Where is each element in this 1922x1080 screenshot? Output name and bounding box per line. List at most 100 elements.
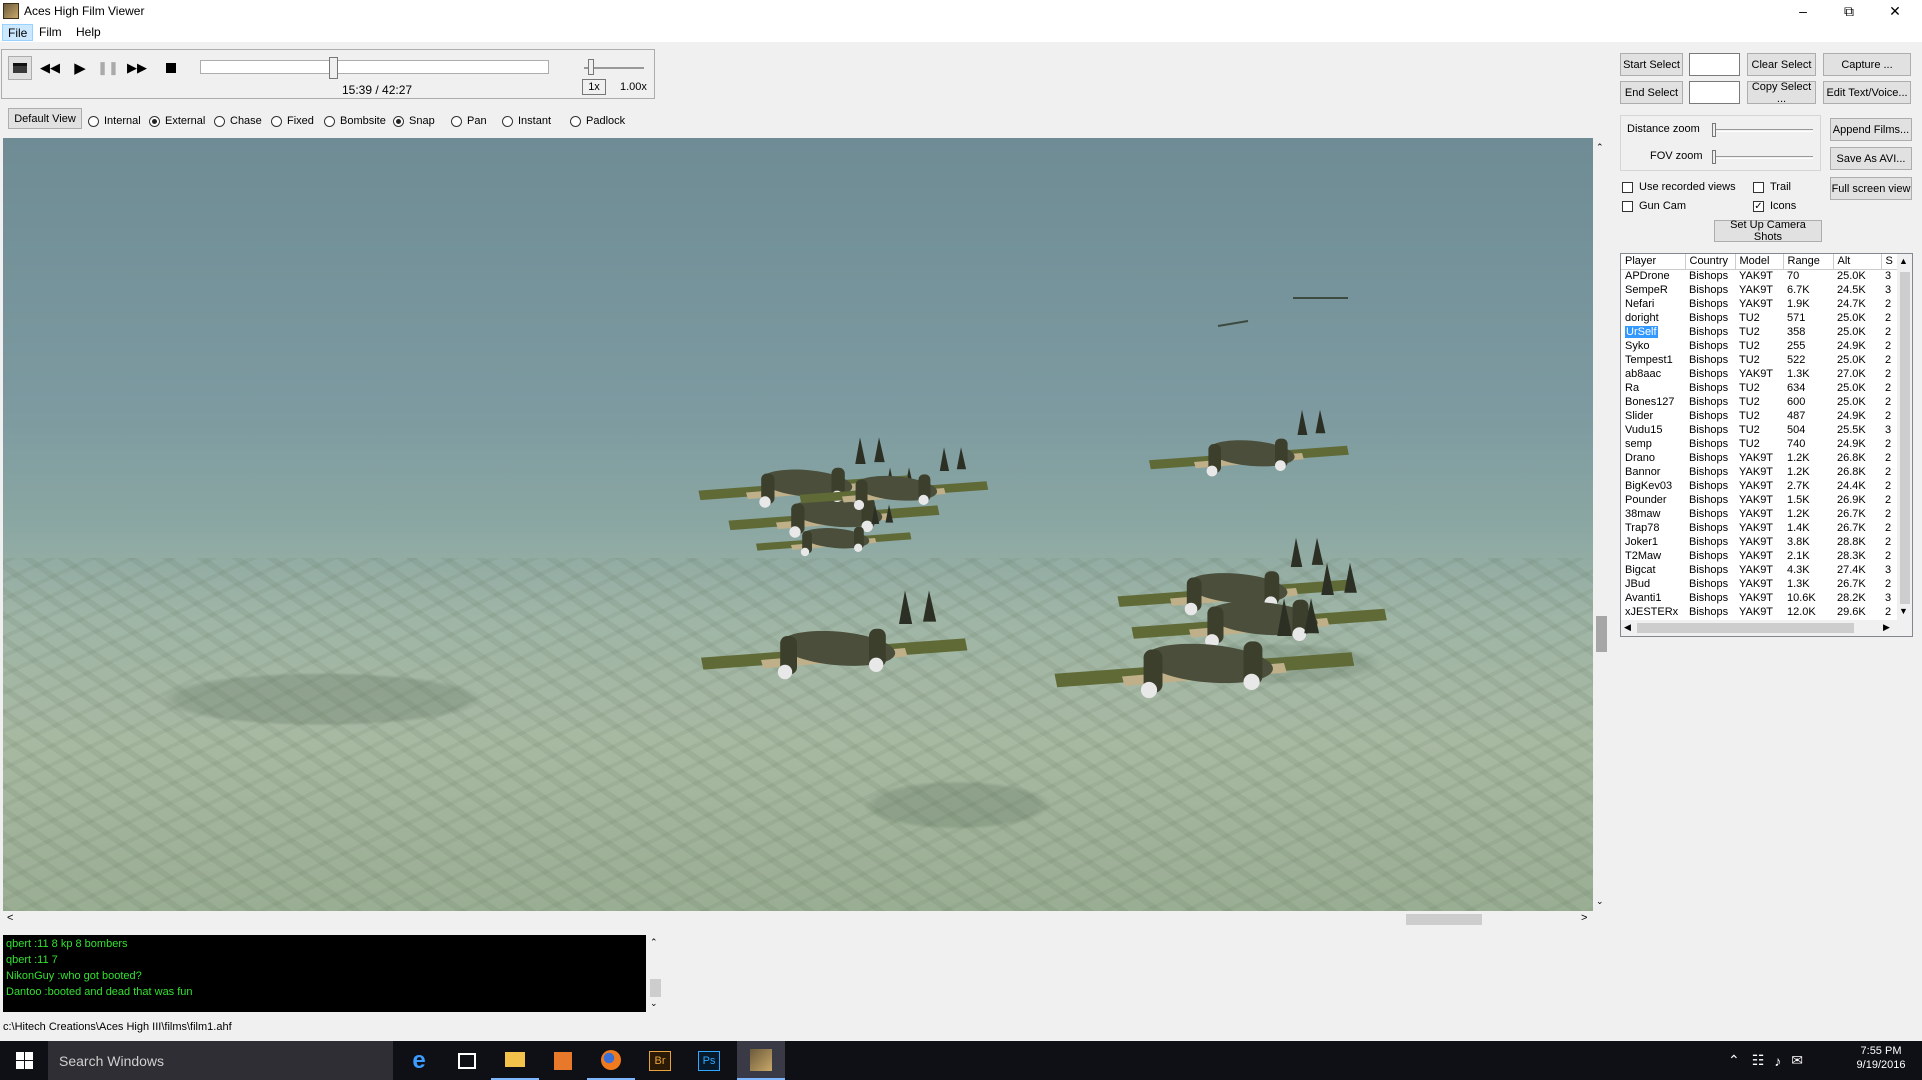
radio-dot[interactable] bbox=[149, 115, 160, 127]
fast-forward-button[interactable]: ▶▶ bbox=[125, 56, 149, 80]
menu-file[interactable]: File bbox=[2, 24, 34, 41]
radio-dot[interactable] bbox=[393, 115, 404, 127]
menu-film[interactable]: Film bbox=[34, 24, 67, 41]
start-select-button[interactable]: Start Select bbox=[1620, 53, 1683, 76]
scroll-left-icon[interactable]: < bbox=[7, 912, 13, 924]
taskbar-photoshop[interactable]: Ps bbox=[685, 1041, 733, 1080]
pause-button[interactable]: ❚❚ bbox=[96, 56, 120, 80]
taskbar-media-app[interactable] bbox=[539, 1041, 587, 1080]
taskbar-firefox[interactable] bbox=[587, 1041, 635, 1080]
gun-cam-box[interactable] bbox=[1622, 200, 1633, 212]
trail-box[interactable] bbox=[1753, 181, 1764, 193]
table-row[interactable]: semp Bishops TU2 740 24.9K 2 bbox=[1621, 437, 1901, 451]
scroll-up-icon[interactable]: ⌃ bbox=[1596, 142, 1604, 153]
player-table-hscroll-thumb[interactable] bbox=[1637, 623, 1854, 633]
scroll-down-icon[interactable]: ⌄ bbox=[1596, 896, 1604, 907]
film-position-track[interactable] bbox=[200, 60, 549, 74]
table-row[interactable]: APDrone Bishops YAK9T 70 25.0K 3 bbox=[1621, 269, 1901, 283]
taskbar-store[interactable] bbox=[443, 1041, 491, 1080]
table-row[interactable]: Trap78 Bishops YAK9T 1.4K 26.7K 2 bbox=[1621, 521, 1901, 535]
capture-button[interactable]: Capture ... bbox=[1823, 53, 1911, 76]
icons-box-checked[interactable]: ✓ bbox=[1753, 200, 1764, 212]
film-position-thumb[interactable] bbox=[329, 57, 338, 79]
scroll-left-icon[interactable]: ◀ bbox=[1624, 622, 1631, 633]
copy-select-button[interactable]: Copy Select ... bbox=[1747, 81, 1816, 105]
play-button[interactable]: ▶ bbox=[68, 56, 92, 80]
menu-help[interactable]: Help bbox=[71, 24, 106, 41]
viewport-hscroll[interactable]: < > bbox=[3, 911, 1593, 928]
table-row[interactable]: Bannor Bishops YAK9T 1.2K 26.8K 2 bbox=[1621, 465, 1901, 479]
restore-button[interactable]: ⧉ bbox=[1826, 0, 1872, 22]
column-header[interactable]: Country bbox=[1685, 254, 1736, 270]
player-table-vscroll[interactable]: ▲ ▼ bbox=[1897, 254, 1912, 620]
icons-checkbox[interactable]: ✓ Icons bbox=[1753, 200, 1796, 212]
scroll-down-icon[interactable]: ▼ bbox=[1899, 606, 1908, 616]
default-view-button[interactable]: Default View bbox=[8, 108, 82, 129]
view-option-chase[interactable]: Chase bbox=[214, 115, 262, 127]
radio-dot[interactable] bbox=[214, 115, 225, 127]
volume-icon[interactable]: ♪ bbox=[1774, 1053, 1781, 1069]
table-row[interactable]: Tempest1 Bishops TU2 522 25.0K 2 bbox=[1621, 353, 1901, 367]
table-row[interactable]: T2Maw Bishops YAK9T 2.1K 28.3K 2 bbox=[1621, 549, 1901, 563]
table-row[interactable]: BigKev03 Bishops YAK9T 2.7K 24.4K 2 bbox=[1621, 479, 1901, 493]
end-select-button[interactable]: End Select bbox=[1620, 81, 1683, 104]
start-select-field[interactable] bbox=[1689, 53, 1740, 76]
network-icon[interactable]: ☷ bbox=[1752, 1052, 1765, 1069]
table-row[interactable]: Joker1 Bishops YAK9T 3.8K 28.8K 2 bbox=[1621, 535, 1901, 549]
edit-text-voice-button[interactable]: Edit Text/Voice... bbox=[1823, 81, 1911, 104]
radio-dot[interactable] bbox=[88, 115, 99, 127]
use-recorded-views-box[interactable] bbox=[1622, 181, 1633, 193]
table-row[interactable]: Slider Bishops TU2 487 24.9K 2 bbox=[1621, 409, 1901, 423]
clear-select-button[interactable]: Clear Select bbox=[1747, 53, 1816, 76]
radio-dot[interactable] bbox=[451, 115, 462, 127]
use-recorded-views-checkbox[interactable]: Use recorded views bbox=[1622, 181, 1736, 193]
viewport-hscroll-thumb[interactable] bbox=[1406, 914, 1482, 925]
player-table-hscroll[interactable]: ◀ ▶ bbox=[1621, 620, 1912, 636]
view-option-padlock[interactable]: Padlock bbox=[570, 115, 625, 127]
close-button[interactable]: ✕ bbox=[1872, 0, 1918, 22]
table-row[interactable]: Vudu15 Bishops TU2 504 25.5K 3 bbox=[1621, 423, 1901, 437]
taskbar-clock[interactable]: 7:55 PM 9/19/2016 bbox=[1846, 1045, 1916, 1071]
player-table-vscroll-thumb[interactable] bbox=[1900, 272, 1910, 604]
film-viewport[interactable] bbox=[3, 138, 1593, 911]
gun-cam-checkbox[interactable]: Gun Cam bbox=[1622, 200, 1686, 212]
radio-dot[interactable] bbox=[570, 115, 581, 127]
scroll-right-icon[interactable]: ▶ bbox=[1883, 622, 1890, 633]
start-button[interactable] bbox=[0, 1041, 48, 1080]
view-option-instant[interactable]: Instant bbox=[502, 115, 551, 127]
viewport-vscroll-thumb[interactable] bbox=[1596, 616, 1607, 652]
distance-zoom-thumb[interactable] bbox=[1712, 123, 1716, 137]
column-header[interactable]: Alt bbox=[1833, 254, 1882, 270]
scroll-up-icon[interactable]: ⌃ bbox=[650, 937, 658, 948]
full-screen-button[interactable]: Full screen view bbox=[1830, 177, 1912, 200]
table-row[interactable]: Ra Bishops TU2 634 25.0K 2 bbox=[1621, 381, 1901, 395]
table-row[interactable]: Drano Bishops YAK9T 1.2K 26.8K 2 bbox=[1621, 451, 1901, 465]
open-film-button[interactable] bbox=[8, 56, 32, 80]
message-icon[interactable]: ✉ bbox=[1791, 1052, 1803, 1069]
table-row[interactable]: Bones127 Bishops TU2 600 25.0K 2 bbox=[1621, 395, 1901, 409]
table-row[interactable]: Avanti1 Bishops YAK9T 10.6K 28.2K 3 bbox=[1621, 591, 1901, 605]
table-row[interactable]: JBud Bishops YAK9T 1.3K 26.7K 2 bbox=[1621, 577, 1901, 591]
view-option-internal[interactable]: Internal bbox=[88, 115, 141, 127]
fov-zoom-thumb[interactable] bbox=[1712, 150, 1716, 164]
table-row[interactable]: xJESTERx Bishops YAK9T 12.0K 29.6K 2 bbox=[1621, 605, 1901, 619]
view-option-bombsite[interactable]: Bombsite bbox=[324, 115, 386, 127]
view-option-external[interactable]: External bbox=[149, 115, 205, 127]
taskbar-file-explorer[interactable] bbox=[491, 1041, 539, 1080]
table-row[interactable]: ab8aac Bishops YAK9T 1.3K 27.0K 2 bbox=[1621, 367, 1901, 381]
speed-reset-button[interactable]: 1x bbox=[582, 79, 606, 95]
view-option-snap[interactable]: Snap bbox=[393, 115, 435, 127]
taskbar-aces-high[interactable] bbox=[737, 1041, 785, 1080]
setup-camera-shots-button[interactable]: Set Up Camera Shots bbox=[1714, 219, 1822, 243]
table-row[interactable]: SempeR Bishops YAK9T 6.7K 24.5K 3 bbox=[1621, 283, 1901, 297]
append-films-button[interactable]: Append Films... bbox=[1830, 118, 1912, 141]
scroll-up-icon[interactable]: ▲ bbox=[1899, 256, 1908, 266]
table-row[interactable]: Bigcat Bishops YAK9T 4.3K 27.4K 3 bbox=[1621, 563, 1901, 577]
distance-zoom-track[interactable] bbox=[1715, 129, 1813, 132]
rewind-button[interactable]: ◀◀ bbox=[38, 56, 62, 80]
column-header[interactable]: Range bbox=[1783, 254, 1834, 270]
table-row[interactable]: Pounder Bishops YAK9T 1.5K 26.9K 2 bbox=[1621, 493, 1901, 507]
chat-scroll-thumb[interactable] bbox=[650, 979, 661, 997]
scroll-down-icon[interactable]: ⌄ bbox=[650, 998, 658, 1009]
tray-expand-icon[interactable]: ⌃ bbox=[1728, 1052, 1740, 1069]
